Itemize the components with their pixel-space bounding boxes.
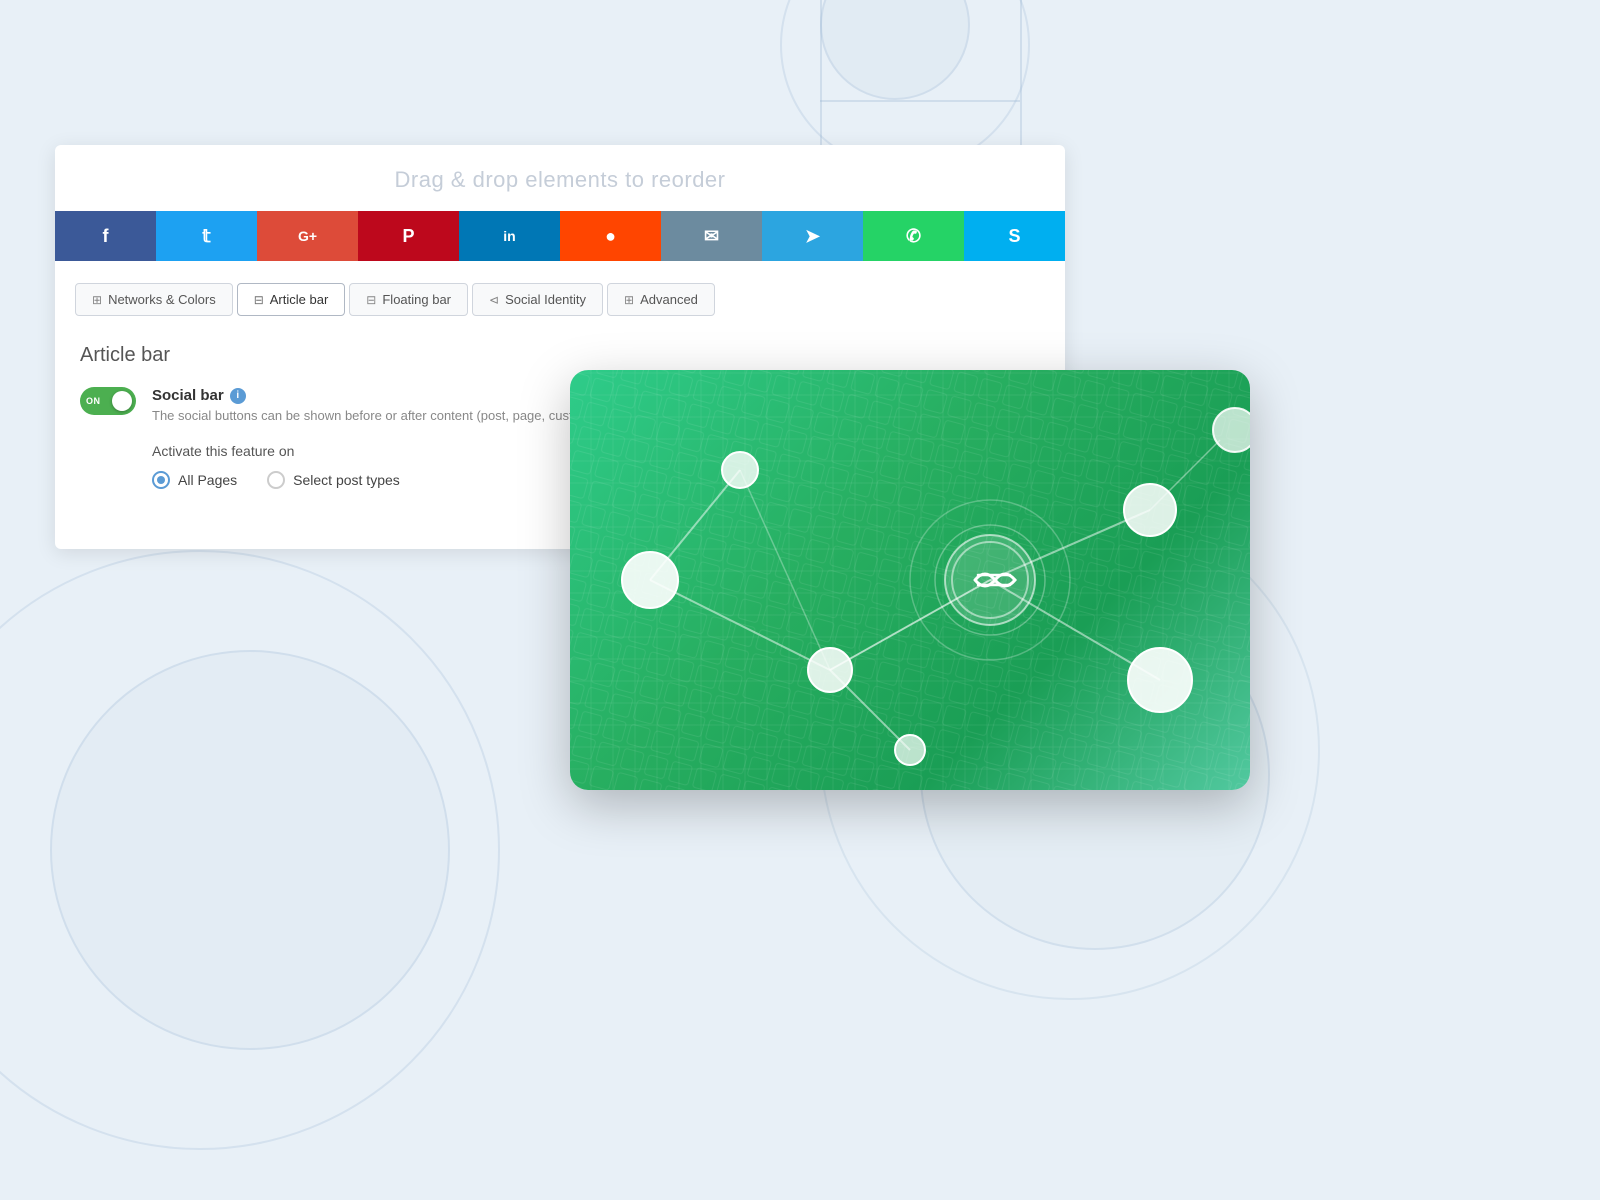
network-visualization (570, 370, 1250, 790)
google-icon: G+ (298, 228, 317, 244)
radio-all-pages[interactable]: All Pages (152, 471, 237, 489)
social-btn-pinterest[interactable]: P (358, 211, 459, 261)
radio-all-pages-label: All Pages (178, 472, 237, 488)
tab-social-identity-label: Social Identity (505, 292, 586, 307)
social-btn-email[interactable]: ✉ (661, 211, 762, 261)
article-bar-tab-icon: ⊟ (254, 293, 264, 307)
social-btn-facebook[interactable]: f (55, 211, 156, 261)
social-btn-linkedin[interactable]: in (459, 211, 560, 261)
feature-name: Social bar i (152, 387, 591, 404)
radio-inner-all-pages (157, 476, 165, 484)
email-icon: ✉ (704, 226, 719, 247)
pinterest-icon: P (402, 226, 414, 247)
floating-bar-tab-icon: ⊟ (366, 293, 376, 307)
social-identity-tab-icon: ⊲ (489, 293, 499, 307)
toggle-on-label: ON (86, 396, 101, 406)
linkedin-icon: in (503, 228, 515, 244)
radio-outer-all-pages (152, 471, 170, 489)
networks-colors-tab-icon: ⊞ (92, 293, 102, 307)
tabs-row: ⊞ Networks & Colors ⊟ Article bar ⊟ Floa… (55, 261, 1065, 316)
social-btn-whatsapp[interactable]: ✆ (863, 211, 964, 261)
social-bar-toggle[interactable]: ON (80, 387, 136, 415)
tab-advanced[interactable]: ⊞ Advanced (607, 283, 715, 316)
whatsapp-icon: ✆ (906, 226, 921, 247)
advanced-tab-icon: ⊞ (624, 293, 634, 307)
twitter-icon: 𝕥 (202, 226, 210, 247)
skype-icon: S (1008, 226, 1020, 247)
social-btn-skype[interactable]: S (964, 211, 1065, 261)
tab-floating-bar-label: Floating bar (382, 292, 451, 307)
drag-drop-header: Drag & drop elements to reorder (55, 145, 1065, 211)
bg-decoration-circle-2 (50, 650, 450, 1050)
feature-description: The social buttons can be shown before o… (152, 408, 591, 423)
toggle-container: ON (80, 387, 136, 415)
info-icon[interactable]: i (230, 388, 246, 404)
tab-article-bar-label: Article bar (270, 292, 329, 307)
social-btn-google[interactable]: G+ (257, 211, 358, 261)
reddit-icon: ● (605, 226, 616, 247)
social-btn-twitter[interactable]: 𝕥 (156, 211, 257, 261)
radio-outer-select-post-types (267, 471, 285, 489)
bg-decoration-line-h1 (820, 100, 1020, 102)
tab-advanced-label: Advanced (640, 292, 698, 307)
tab-article-bar[interactable]: ⊟ Article bar (237, 283, 346, 316)
tab-networks-colors[interactable]: ⊞ Networks & Colors (75, 283, 233, 316)
social-bar-row: f 𝕥 G+ P in ● ✉ ➤ ✆ S (55, 211, 1065, 261)
tab-floating-bar[interactable]: ⊟ Floating bar (349, 283, 468, 316)
social-btn-reddit[interactable]: ● (560, 211, 661, 261)
toggle-knob (112, 391, 132, 411)
radio-select-post-types[interactable]: Select post types (267, 471, 400, 489)
tab-social-identity[interactable]: ⊲ Social Identity (472, 283, 603, 316)
facebook-icon: f (103, 226, 109, 247)
green-network-card (570, 370, 1250, 790)
telegram-icon: ➤ (805, 226, 820, 247)
feature-info: Social bar i The social buttons can be s… (152, 387, 591, 423)
social-btn-telegram[interactable]: ➤ (762, 211, 863, 261)
tab-networks-colors-label: Networks & Colors (108, 292, 216, 307)
radio-select-post-types-label: Select post types (293, 472, 400, 488)
